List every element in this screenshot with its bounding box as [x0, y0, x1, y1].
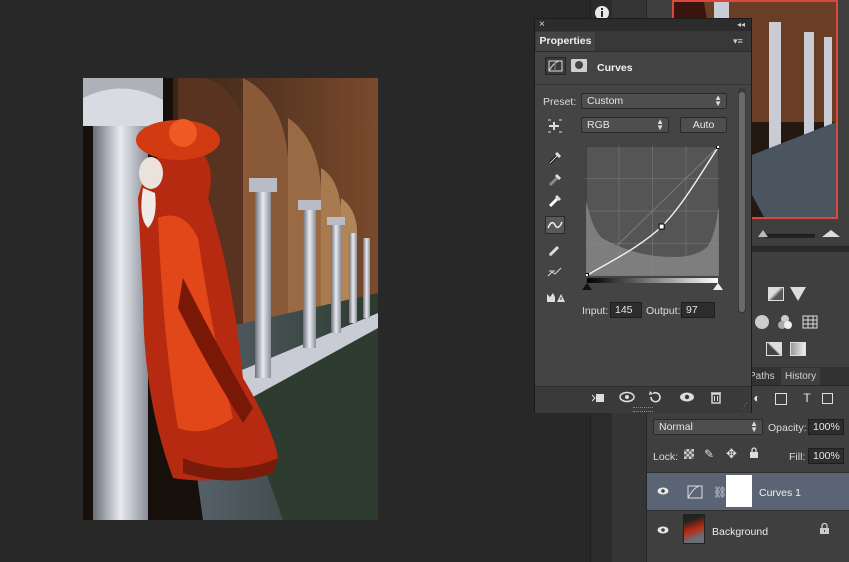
gradient-fill-icon[interactable] [790, 342, 806, 356]
opacity-label: Opacity: [768, 422, 807, 434]
smooth-curve-values-icon[interactable] [545, 263, 565, 281]
black-point-slider[interactable] [582, 283, 592, 290]
layer-name-background[interactable]: Background [712, 526, 768, 538]
background-layer-thumbnail [683, 514, 705, 544]
tab-properties[interactable]: Properties [536, 32, 595, 51]
curve-point-selected [658, 223, 665, 230]
layer-name-curves[interactable]: Curves 1 [759, 487, 801, 499]
layer-mask-link-icon[interactable]: ⛓ [713, 486, 727, 499]
blend-mode-value: Normal [659, 421, 693, 433]
layer-visibility-eye-icon[interactable] [657, 526, 669, 534]
properties-scrollbar-thumb[interactable] [739, 92, 745, 312]
reset-icon[interactable] [648, 390, 662, 404]
updown-arrow-icon: ▲ ▼ [656, 117, 664, 132]
mask-icon[interactable] [571, 59, 587, 72]
preset-select[interactable]: Custom ▲ ▼ [581, 93, 727, 109]
view-previous-icon[interactable] [619, 390, 635, 404]
channel-select[interactable]: RGB ▲ ▼ [581, 117, 669, 133]
tab-history[interactable]: History [781, 368, 821, 385]
adjustment-title: Curves [597, 62, 633, 74]
input-gradient-bar [587, 278, 718, 283]
blend-mode-select[interactable]: Normal ▲ ▼ [653, 419, 763, 435]
layer-visibility-eye-icon[interactable] [657, 487, 669, 495]
preset-value: Custom [587, 95, 624, 107]
color-lookup-icon[interactable] [802, 315, 818, 329]
corner-resize-grip[interactable]: ⋰ [741, 402, 748, 410]
fill-field[interactable]: 100% [808, 448, 844, 464]
white-point-slider[interactable] [713, 283, 723, 290]
curves-layer-icon [684, 477, 706, 507]
type-filter-icon[interactable]: T [801, 392, 813, 404]
navigator-zoom-slider[interactable] [765, 234, 815, 238]
updown-arrow-icon: ▲ ▼ [750, 419, 758, 434]
output-field[interactable]: 97 [681, 302, 715, 318]
tab-paths[interactable]: Paths [749, 371, 775, 382]
lock-all-icon[interactable] [749, 447, 759, 458]
curve-point [716, 146, 719, 149]
layer-mask-thumbnail[interactable] [726, 475, 752, 507]
preset-label: Preset: [543, 96, 577, 108]
adjustment-filter-icon[interactable] [822, 393, 833, 404]
delete-icon[interactable] [709, 390, 723, 404]
clipping-warning-icon[interactable] [545, 288, 565, 306]
zoom-in-mountain-icon[interactable] [822, 230, 840, 237]
layer-lock-icon [819, 522, 830, 534]
smooth-curve-icon[interactable] [545, 216, 565, 234]
venice-carnival-photo [83, 78, 378, 520]
sample-white-eyedropper-icon[interactable] [545, 191, 565, 209]
lock-position-icon[interactable]: ✥ [726, 446, 737, 462]
channel-mixer-icon[interactable] [777, 315, 793, 329]
lock-transparent-pixels-icon[interactable] [684, 449, 694, 459]
selective-color-icon[interactable] [766, 342, 782, 356]
properties-header [535, 52, 751, 85]
panel-resize-grip[interactable] [633, 407, 653, 412]
updown-arrow-icon: ▲ ▼ [714, 93, 722, 108]
navigator-zoom-slider-knob[interactable] [758, 230, 768, 237]
clip-to-layer-icon[interactable] [591, 390, 605, 404]
curves-graph[interactable] [586, 146, 719, 276]
pencil-icon[interactable] [545, 240, 565, 258]
fill-label: Fill: [789, 451, 806, 463]
curve-point [586, 273, 589, 276]
auto-button[interactable]: Auto [680, 117, 727, 133]
opacity-field[interactable]: 100% [808, 419, 844, 435]
curves-adjustment-icon[interactable] [545, 57, 566, 75]
filter-icon[interactable]: ◐ [751, 392, 763, 404]
gradient-map-icon[interactable] [790, 287, 806, 301]
close-icon[interactable]: × [539, 19, 545, 31]
lock-image-pixels-icon[interactable]: ✎ [704, 447, 714, 461]
document-canvas[interactable] [83, 78, 378, 520]
lock-label: Lock: [653, 451, 679, 463]
panel-menu-icon[interactable]: ▾≡ [733, 36, 743, 47]
properties-titlebar[interactable] [535, 19, 751, 31]
photo-filter-icon[interactable] [755, 315, 769, 329]
output-label: Output: [646, 305, 681, 317]
shape-filter-icon[interactable] [775, 393, 787, 405]
sample-black-eyedropper-icon[interactable] [545, 148, 565, 166]
input-field[interactable]: 145 [610, 302, 642, 318]
channel-value: RGB [587, 119, 610, 131]
input-label: Input: [582, 305, 609, 317]
collapse-icon[interactable]: ◂◂ [737, 19, 745, 31]
visibility-icon[interactable] [679, 390, 694, 404]
on-image-adjust-icon[interactable] [545, 117, 565, 135]
curves-adjustment-icon[interactable] [768, 287, 784, 301]
sample-gray-eyedropper-icon[interactable] [545, 170, 565, 188]
